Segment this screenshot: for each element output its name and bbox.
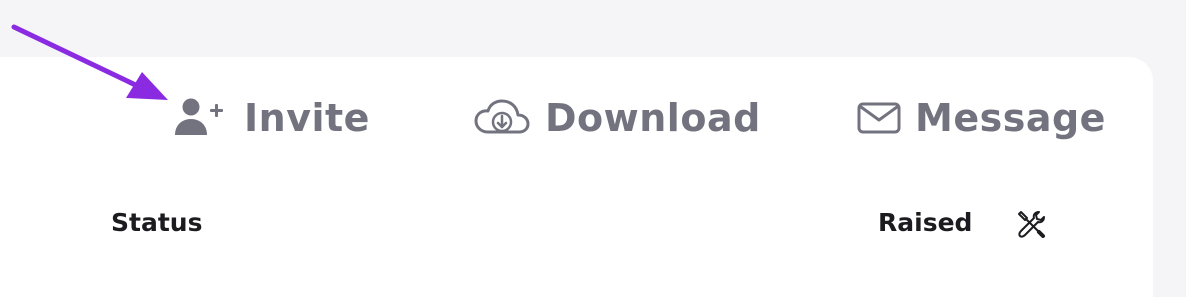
- add-user-icon: [174, 98, 230, 138]
- download-button[interactable]: Download: [473, 92, 761, 144]
- raised-column-label: Raised: [878, 208, 973, 237]
- status-column-label: Status: [111, 208, 203, 237]
- invite-button[interactable]: Invite: [174, 92, 370, 144]
- message-label: Message: [915, 96, 1106, 140]
- download-label: Download: [545, 96, 761, 140]
- envelope-icon: [857, 101, 901, 135]
- tools-icon[interactable]: [1014, 207, 1048, 241]
- annotation-arrow: [11, 24, 168, 100]
- message-button[interactable]: Message: [857, 92, 1106, 144]
- invite-label: Invite: [244, 96, 370, 140]
- cloud-download-icon: [473, 98, 531, 138]
